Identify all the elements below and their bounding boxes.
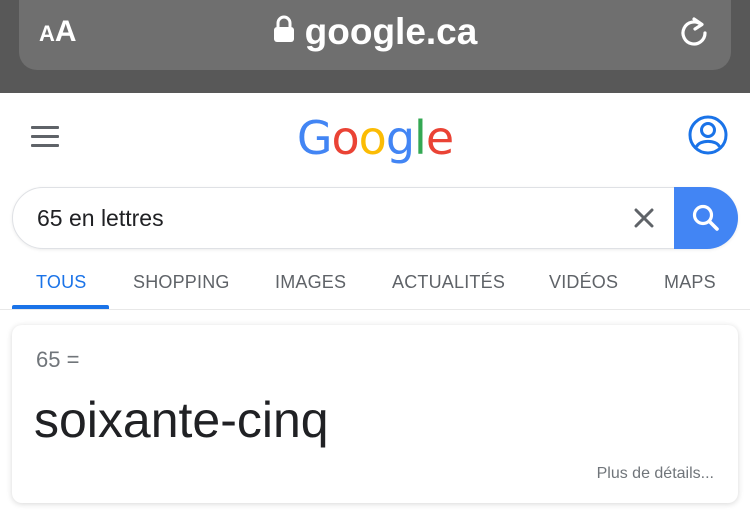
logo-letter: o (331, 111, 360, 165)
google-logo[interactable]: Google (0, 111, 750, 165)
tab-videos[interactable]: VIDÉOS (549, 272, 618, 293)
google-header: Google (0, 93, 750, 183)
tab-images[interactable]: IMAGES (275, 272, 346, 293)
browser-toolbar: AA google.ca (0, 0, 750, 93)
search-tabs: TOUS SHOPPING IMAGES ACTUALITÉS VIDÉOS M… (0, 258, 750, 310)
url-display[interactable]: google.ca (19, 11, 731, 53)
logo-letter: o (358, 111, 387, 165)
tab-actualites[interactable]: ACTUALITÉS (392, 272, 505, 293)
search-box (12, 187, 738, 249)
active-tab-indicator (12, 305, 109, 309)
conversion-query: 65 = (36, 347, 80, 372)
logo-letter: l (414, 111, 427, 165)
search-button[interactable] (674, 187, 738, 249)
tab-maps[interactable]: MAPS (664, 272, 716, 293)
lock-icon (273, 10, 295, 52)
address-bar[interactable]: AA google.ca (19, 0, 731, 70)
conversion-answer: soixante-cinq (34, 392, 329, 448)
url-text: google.ca (304, 11, 478, 52)
account-icon[interactable] (688, 115, 728, 160)
logo-letter: g (385, 111, 415, 165)
tab-tous[interactable]: TOUS (36, 272, 86, 293)
logo-letter: e (425, 111, 454, 165)
number-conversion-card: 65 = soixante-cinq Plus de détails... (12, 325, 738, 503)
search-icon (692, 204, 719, 231)
search-input[interactable] (37, 200, 617, 236)
clear-search-icon[interactable] (633, 207, 655, 234)
tab-shopping[interactable]: SHOPPING (133, 272, 230, 293)
more-details-link[interactable]: Plus de détails... (597, 465, 714, 483)
reload-icon[interactable] (677, 16, 711, 55)
logo-letter: G (296, 111, 333, 165)
